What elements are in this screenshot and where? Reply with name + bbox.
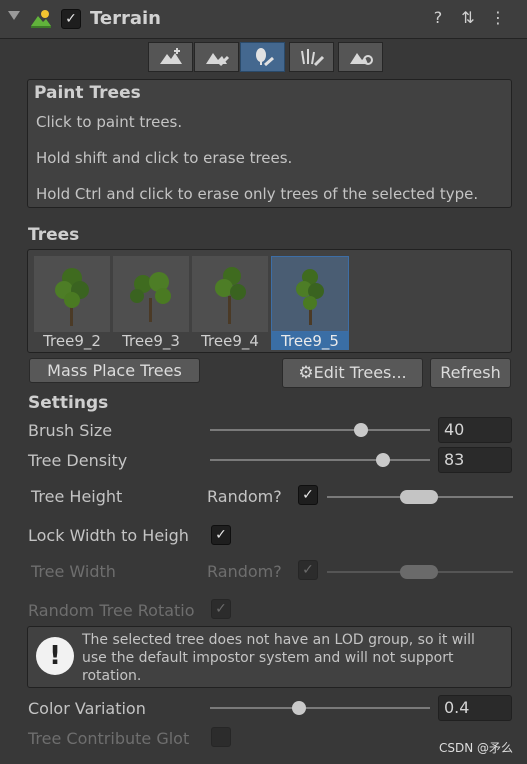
edit-trees-button[interactable]: ⚙Edit Trees...: [282, 358, 423, 388]
color-variation-label: Color Variation: [28, 699, 146, 718]
tree-density-slider-thumb[interactable]: [376, 453, 390, 467]
tree-height-random-checkbox[interactable]: ✓: [298, 485, 318, 505]
terrain-settings-button[interactable]: [338, 42, 383, 72]
random-rotation-label: Random Tree Rotatio: [28, 601, 195, 620]
random-rotation-checkbox: ✓: [211, 599, 231, 619]
tree-density-slider[interactable]: [210, 459, 430, 461]
help-line-3: Hold Ctrl and click to erase only trees …: [36, 185, 479, 203]
color-variation-slider[interactable]: [210, 707, 430, 709]
help-line-1: Click to paint trees.: [36, 113, 183, 131]
tree-label[interactable]: Tree9_4: [191, 332, 269, 350]
tree-tile[interactable]: [113, 256, 189, 332]
help-icon[interactable]: ?: [428, 8, 448, 28]
paint-texture-button[interactable]: [194, 42, 239, 72]
paint-trees-icon: [255, 48, 274, 67]
brush-size-label: Brush Size: [28, 421, 113, 440]
tree-label[interactable]: Tree9_3: [112, 332, 190, 350]
mass-place-trees-button[interactable]: Mass Place Trees: [29, 358, 200, 383]
paint-details-icon: [300, 49, 324, 67]
color-variation-slider-thumb[interactable]: [292, 701, 306, 715]
tree-density-field[interactable]: 83: [438, 447, 512, 473]
raise-lower-terrain-button[interactable]: [148, 42, 193, 72]
brush-size-slider-thumb[interactable]: [354, 423, 368, 437]
tree-width-label: Tree Width: [31, 562, 116, 581]
tree-thumbnail-icon: [55, 268, 89, 326]
tree-tile[interactable]: [34, 256, 110, 332]
help-title: Paint Trees: [34, 83, 141, 103]
paint-details-button[interactable]: [289, 42, 334, 72]
contribute-gi-checkbox: [211, 727, 231, 747]
component-title: Terrain: [90, 8, 161, 29]
watermark: CSDN @矛么: [438, 741, 513, 755]
component-enabled-checkbox[interactable]: ✓: [61, 9, 81, 29]
lock-width-label: Lock Width to Heigh: [28, 526, 189, 545]
tree-thumbnail-icon: [130, 272, 171, 322]
color-variation-field[interactable]: 0.4: [438, 695, 512, 721]
tree-width-range-handle: [400, 565, 438, 579]
presets-icon[interactable]: ⇅: [458, 8, 478, 28]
edit-trees-label: Edit Trees...: [313, 363, 407, 382]
foldout-arrow-icon[interactable]: [8, 11, 20, 20]
paint-texture-icon: [205, 53, 229, 67]
tree-label-selected[interactable]: Tree9_5: [271, 332, 349, 350]
warning-icon: !: [36, 637, 74, 675]
paint-trees-button[interactable]: [240, 42, 285, 72]
tree-height-range-handle[interactable]: [400, 490, 438, 504]
help-line-2: Hold shift and click to erase trees.: [36, 149, 293, 167]
brush-size-slider[interactable]: [210, 429, 430, 431]
trees-heading: Trees: [28, 225, 80, 245]
tree-height-label: Tree Height: [31, 487, 123, 506]
context-menu-icon[interactable]: ⋮: [488, 8, 508, 28]
tree-thumbnail-icon: [296, 269, 324, 325]
tree-thumbnail-icon: [215, 267, 246, 324]
tree-density-label: Tree Density: [28, 451, 128, 470]
settings-heading: Settings: [28, 393, 109, 413]
brush-size-field[interactable]: 40: [438, 417, 512, 443]
lock-width-checkbox[interactable]: ✓: [211, 525, 231, 545]
terrain-settings-icon: [349, 53, 373, 65]
contribute-gi-label: Tree Contribute Glot: [28, 729, 190, 748]
tree-label[interactable]: Tree9_2: [33, 332, 111, 350]
lod-warning-text: The selected tree does not have an LOD g…: [82, 632, 475, 684]
raise-lower-terrain-icon: [159, 48, 182, 64]
tree-tile[interactable]: [192, 256, 268, 332]
tree-width-random-checkbox: ✓: [298, 560, 318, 580]
tree-width-random-label: Random?: [207, 562, 282, 581]
gear-icon: ⚙: [298, 363, 314, 383]
terrain-icon: [31, 10, 51, 28]
tree-height-random-label: Random?: [207, 487, 282, 506]
tree-tile-selected[interactable]: [271, 256, 349, 332]
refresh-button[interactable]: Refresh: [430, 358, 511, 388]
